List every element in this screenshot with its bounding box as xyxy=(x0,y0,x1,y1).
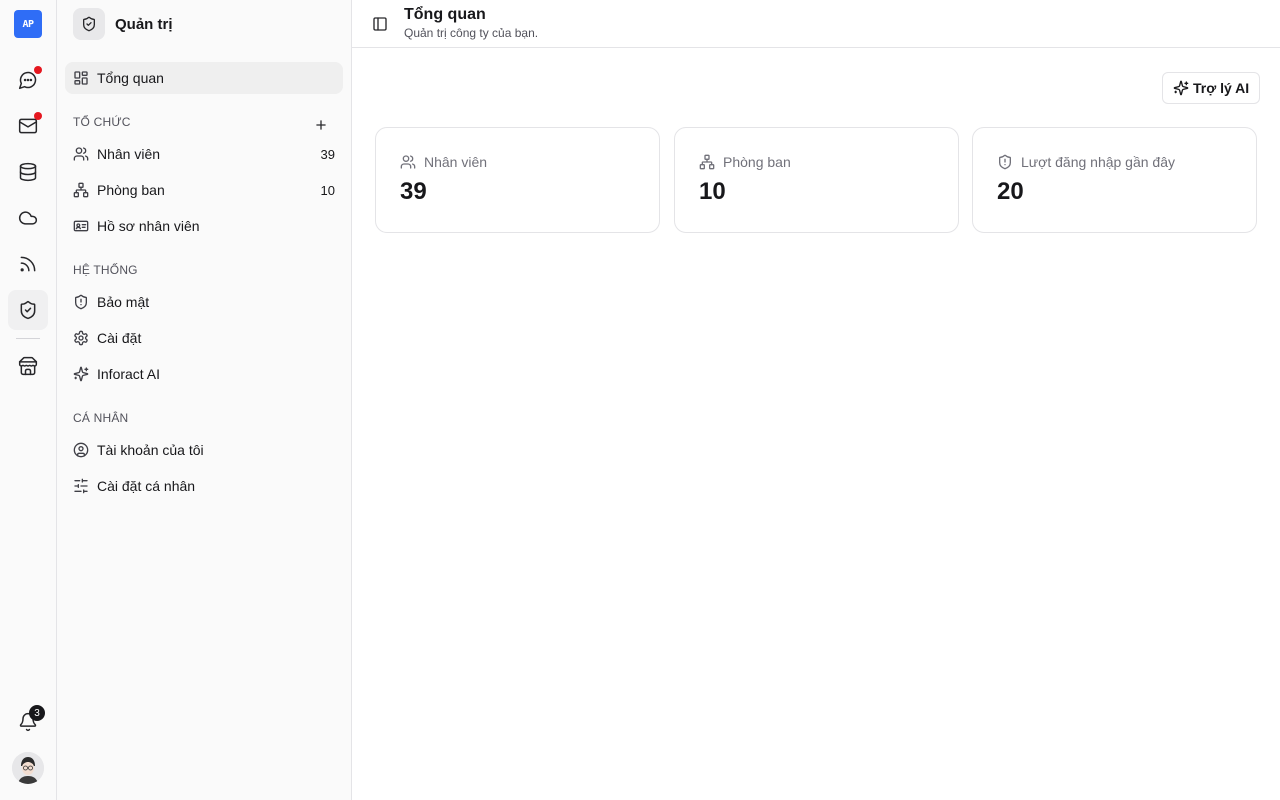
sidebar-item-label: Cài đặt cá nhân xyxy=(97,478,196,494)
sidebar-item-employee-profiles[interactable]: Hồ sơ nhân viên xyxy=(65,210,343,242)
rss-icon xyxy=(20,256,36,272)
stat-value: 10 xyxy=(699,178,726,205)
user-avatar[interactable] xyxy=(12,752,44,784)
cloud-icon xyxy=(18,211,38,225)
rail-divider xyxy=(16,338,40,339)
shield-alert-icon xyxy=(999,154,1011,170)
sidebar-item-label: Tài khoản của tôi xyxy=(97,442,204,458)
org-chart-icon xyxy=(73,182,89,198)
section-label-personal: CÁ NHÂN xyxy=(73,411,129,425)
sidebar-item-settings[interactable]: Cài đặt xyxy=(65,322,343,354)
section-label-system: HỆ THỐNG xyxy=(73,263,138,277)
sliders-icon xyxy=(74,478,88,494)
stat-value: 20 xyxy=(997,178,1024,205)
unread-dot xyxy=(34,66,42,74)
sidebar-header: Quản trị xyxy=(73,8,173,40)
stat-card-header: Nhân viên xyxy=(400,154,487,170)
rail-chat-button[interactable] xyxy=(8,60,48,100)
sidebar-item-label: Inforact AI xyxy=(97,366,161,382)
avatar-illustration-icon xyxy=(12,752,44,784)
sidebar-item-label: Bảo mật xyxy=(97,294,150,310)
sidebar-item-departments[interactable]: Phòng ban 10 xyxy=(65,174,343,206)
employees-count: 39 xyxy=(320,146,335,162)
rail-mail-button[interactable] xyxy=(8,106,48,146)
toggle-sidebar-button[interactable] xyxy=(370,14,390,34)
panel-left-icon xyxy=(373,17,387,31)
rail-rss-button[interactable] xyxy=(8,244,48,284)
stat-card-header: Lượt đăng nhập gần đây xyxy=(997,154,1175,170)
stat-card-employees[interactable]: Nhân viên 39 xyxy=(375,127,660,233)
dashboard-icon xyxy=(74,71,88,85)
sidebar-item-employees[interactable]: Nhân viên 39 xyxy=(65,138,343,170)
user-circle-icon xyxy=(73,442,89,458)
page-title: Tổng quan xyxy=(404,6,486,23)
org-chart-icon xyxy=(699,154,715,170)
database-icon xyxy=(19,162,37,182)
notification-count-badge: 3 xyxy=(29,705,45,721)
stat-card-header: Phòng ban xyxy=(699,154,791,170)
main-content: Tổng quan Quản trị công ty của bạn. Trợ … xyxy=(352,0,1280,800)
sidebar-item-label: Hồ sơ nhân viên xyxy=(97,218,200,234)
sidebar-item-my-account[interactable]: Tài khoản của tôi xyxy=(65,434,343,466)
stat-label: Nhân viên xyxy=(424,154,488,170)
stat-card-recent-logins[interactable]: Lượt đăng nhập gần đây 20 xyxy=(972,127,1257,233)
store-icon xyxy=(18,356,38,376)
stat-label: Phòng ban xyxy=(723,154,791,170)
icon-rail: AP 3 xyxy=(0,0,57,800)
shield-check-icon xyxy=(20,300,36,320)
sidebar-item-label: Cài đặt xyxy=(97,330,142,346)
shield-check-icon xyxy=(83,16,95,32)
sidebar-item-label: Nhân viên xyxy=(97,146,161,162)
page-subtitle: Quản trị công ty của bạn. xyxy=(404,26,539,40)
section-label-organization: TỔ CHỨC xyxy=(73,115,131,129)
rail-admin-button[interactable] xyxy=(8,290,48,330)
departments-count: 10 xyxy=(320,182,335,198)
sidebar-item-label: Tổng quan xyxy=(97,70,164,86)
id-card-icon xyxy=(73,220,89,232)
ai-assistant-label: Trợ lý AI xyxy=(1193,80,1250,96)
top-bar: Tổng quan Quản trị công ty của bạn. xyxy=(352,0,1280,48)
add-organization-button[interactable] xyxy=(311,115,331,135)
sparkles-icon xyxy=(73,366,89,382)
rail-cloud-button[interactable] xyxy=(8,198,48,238)
admin-sidebar: Quản trị Tổng quan TỔ CHỨC Nhân viên 39 … xyxy=(57,0,352,800)
stat-label: Lượt đăng nhập gần đây xyxy=(1021,154,1176,170)
rail-store-button[interactable] xyxy=(8,346,48,386)
app-logo[interactable]: AP xyxy=(14,10,42,38)
sidebar-item-overview[interactable]: Tổng quan xyxy=(65,62,343,94)
rail-database-button[interactable] xyxy=(8,152,48,192)
shield-alert-icon xyxy=(75,294,87,310)
unread-dot xyxy=(34,112,42,120)
stat-card-departments[interactable]: Phòng ban 10 xyxy=(674,127,959,233)
users-icon xyxy=(400,155,416,169)
users-icon xyxy=(73,147,89,161)
plus-icon xyxy=(316,120,326,130)
sidebar-title: Quản trị xyxy=(115,15,173,33)
admin-shield-badge xyxy=(73,8,105,40)
stat-value: 39 xyxy=(400,178,427,205)
ai-assistant-button[interactable]: Trợ lý AI xyxy=(1162,72,1261,104)
sidebar-item-label: Phòng ban xyxy=(97,182,165,198)
rail-notifications-button[interactable]: 3 xyxy=(8,702,48,742)
sidebar-item-inforact-ai[interactable]: Inforact AI xyxy=(65,358,343,390)
gear-icon xyxy=(74,330,88,346)
sidebar-item-security[interactable]: Bảo mật xyxy=(65,286,343,318)
sparkles-icon xyxy=(1173,80,1189,96)
sidebar-item-personal-settings[interactable]: Cài đặt cá nhân xyxy=(65,470,343,502)
